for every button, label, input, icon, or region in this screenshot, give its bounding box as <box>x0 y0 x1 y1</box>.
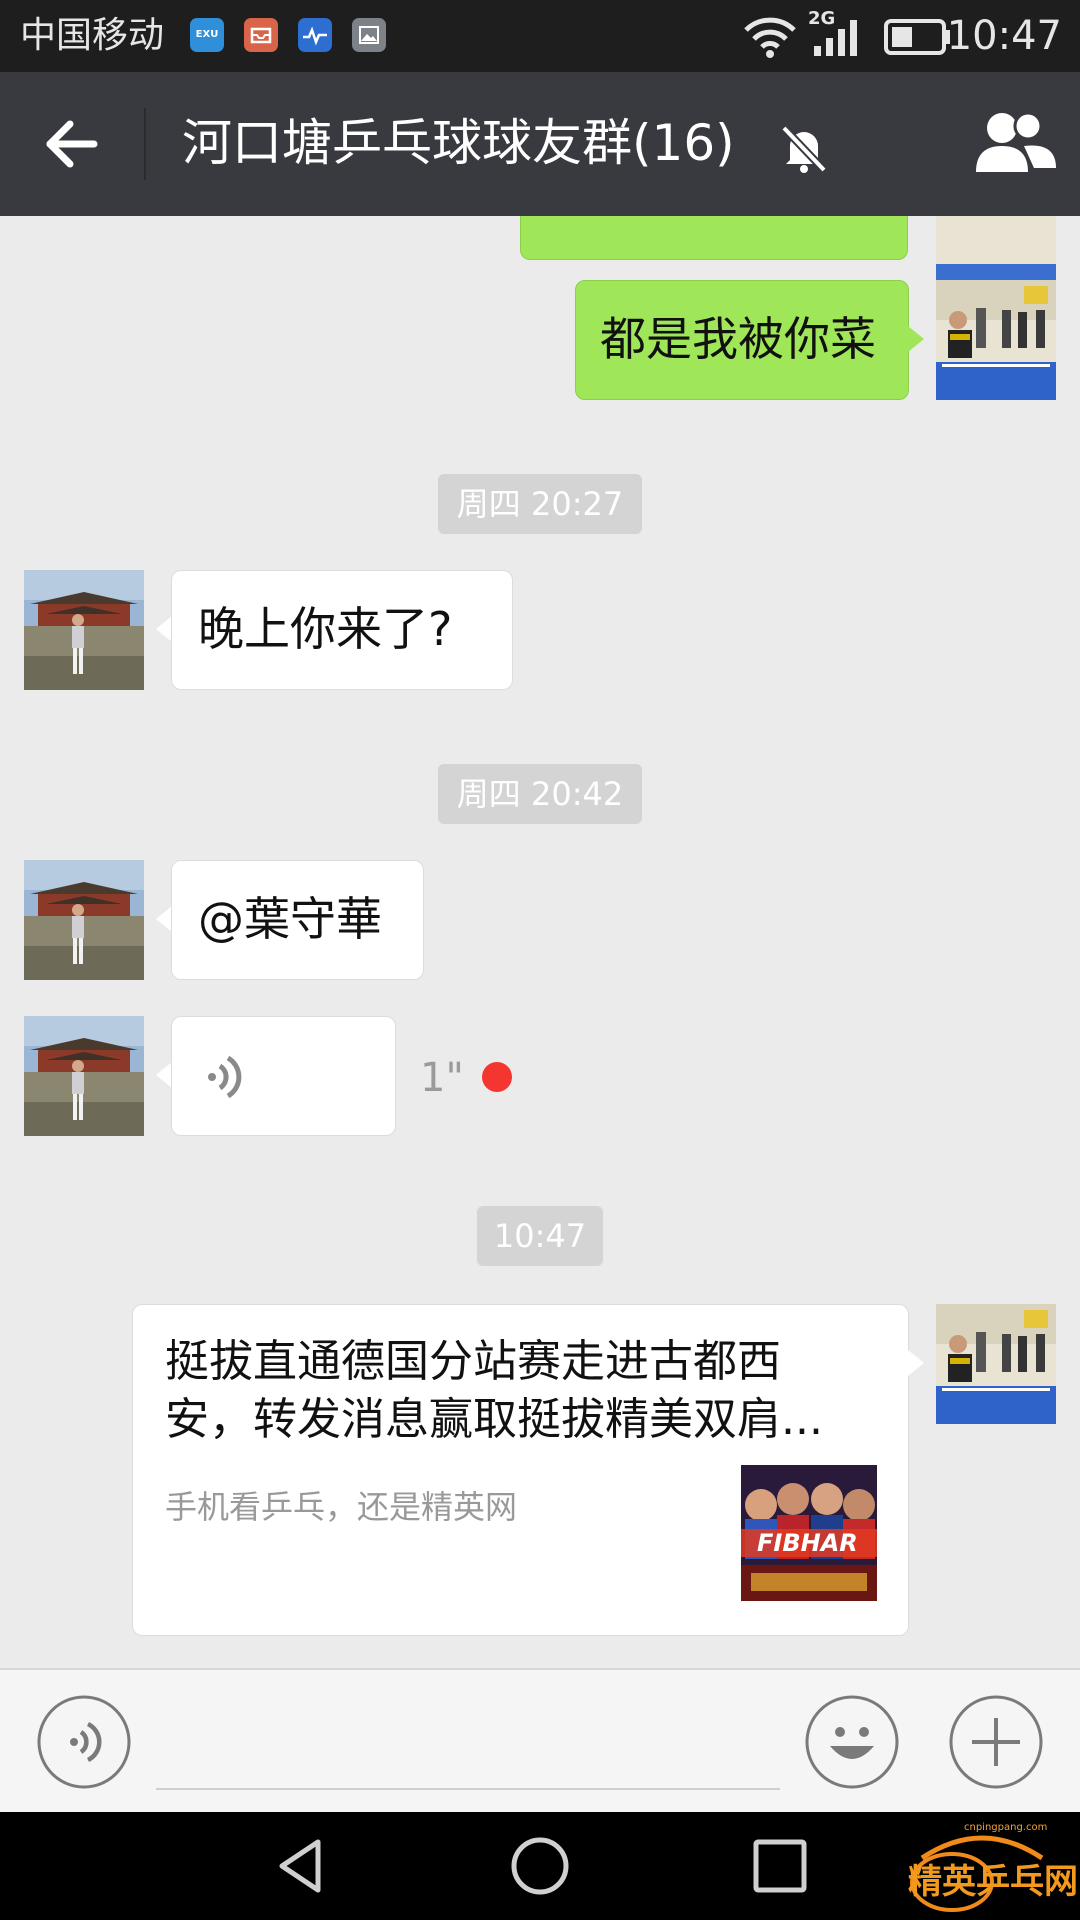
nav-back-icon[interactable] <box>270 1834 334 1898</box>
bubble-tail <box>908 326 924 352</box>
message-text: 晚上你来了? <box>198 602 453 656</box>
avatar-member-image <box>24 570 144 690</box>
bubble-tail <box>908 1350 924 1376</box>
message-bubble-other[interactable]: @葉守華 <box>171 860 424 980</box>
group-members-button[interactable] <box>972 106 1060 182</box>
voice-message-bubble[interactable] <box>171 1016 396 1136</box>
unread-dot <box>482 1062 512 1092</box>
mail-icon <box>244 18 278 52</box>
wifi-icon <box>744 17 796 58</box>
link-card-message[interactable]: 挺拔直通德国分站赛走进古都西安，转发消息赢取挺拔精美双肩... 手机看乒乓，还是… <box>132 1304 909 1636</box>
message-text: @葉守華 <box>198 892 382 946</box>
message-text: 都是我被你菜 <box>600 312 876 366</box>
message-bubble-other[interactable]: 晚上你来了? <box>171 570 513 690</box>
watermark-url: cnpingpang.com <box>964 1822 1048 1833</box>
voice-wave-icon <box>208 1055 242 1099</box>
avatar-self-image <box>936 280 1056 400</box>
group-users-icon <box>976 111 1056 172</box>
nav-home-icon[interactable] <box>508 1834 572 1898</box>
more-actions-button[interactable] <box>948 1694 1044 1790</box>
arrow-left-icon <box>46 120 98 168</box>
carrier-name: 中国移动 <box>20 15 165 56</box>
voice-input-button[interactable] <box>36 1694 132 1790</box>
chat-title: 河口塘乒乓球球友群(16) <box>182 114 735 172</box>
watermark-brand: 精英乒乓网 <box>908 1862 1078 1902</box>
chat-input-bar <box>0 1668 1080 1812</box>
status-clock: 10:47 <box>946 13 1062 59</box>
avatar-member[interactable] <box>24 860 144 980</box>
bubble-tail <box>156 616 172 642</box>
timestamp: 10:47 <box>477 1206 603 1266</box>
avatar-member-image <box>24 1016 144 1136</box>
header-divider <box>144 108 146 180</box>
avatar-member-image <box>24 860 144 980</box>
message-list[interactable]: 都是我被你菜 周四 20:27 晚上你来了? 周四 20:42 @葉守華 1" … <box>0 216 1080 1668</box>
system-nav-bar: cnpingpang.com 精英乒乓网 <box>0 1812 1080 1920</box>
status-bar: 中国移动 EXU 2G 10:47 <box>0 0 1080 72</box>
link-card-description: 手机看乒乓，还是精英网 <box>165 1488 518 1526</box>
link-card-thumbnail: FIBHAR <box>741 1465 877 1601</box>
avatar-member[interactable] <box>24 1016 144 1136</box>
gallery-icon <box>352 18 386 52</box>
thumbnail-brand-text: FIBHAR <box>757 1529 858 1557</box>
plus-icon <box>949 1695 1043 1789</box>
bubble-tail <box>156 1062 172 1088</box>
smiley-icon <box>805 1695 899 1789</box>
battery-icon <box>884 19 950 55</box>
health-icon <box>298 18 332 52</box>
message-bubble-self[interactable]: 都是我被你菜 <box>575 280 909 400</box>
chat-header: 河口塘乒乓球球友群(16) <box>0 72 1080 216</box>
exu-app-icon: EXU <box>190 18 224 52</box>
back-button[interactable] <box>30 102 114 186</box>
message-bubble-partial[interactable] <box>520 216 908 260</box>
timestamp: 周四 20:42 <box>438 764 642 824</box>
voice-icon <box>37 1695 131 1789</box>
avatar-self[interactable] <box>936 280 1056 400</box>
link-card-title: 挺拔直通德国分站赛走进古都西安，转发消息赢取挺拔精美双肩... <box>165 1336 823 1445</box>
voice-duration: 1" <box>420 1055 464 1101</box>
signal-icon <box>814 20 857 56</box>
nav-recents-icon[interactable] <box>748 1834 812 1898</box>
avatar-self[interactable] <box>936 1304 1056 1424</box>
timestamp: 周四 20:27 <box>438 474 642 534</box>
bubble-tail <box>156 906 172 932</box>
watermark-logo: cnpingpang.com 精英乒乓网 <box>892 1818 1078 1914</box>
avatar-member[interactable] <box>24 570 144 690</box>
avatar-self-image <box>936 1304 1056 1424</box>
mute-bell-icon <box>781 125 827 173</box>
emoji-button[interactable] <box>804 1694 900 1790</box>
message-input[interactable] <box>156 1788 780 1790</box>
